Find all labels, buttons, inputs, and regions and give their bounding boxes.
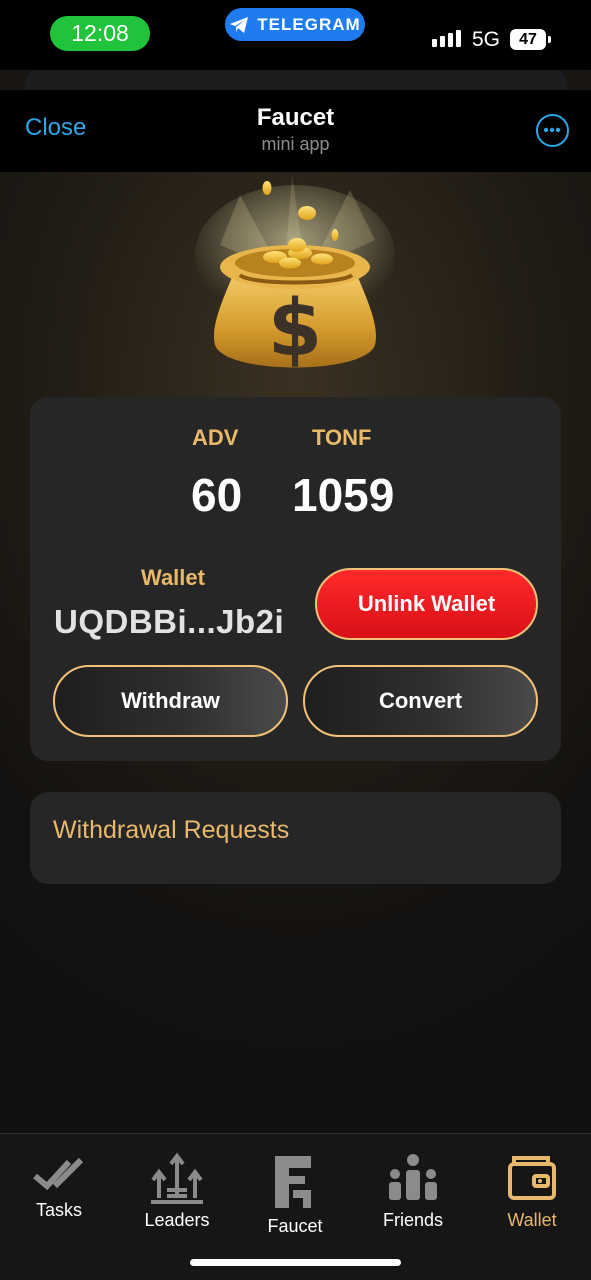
leaderboard-icon — [151, 1152, 203, 1204]
money-bag-icon: $ — [195, 175, 395, 374]
bottom-tab-bar: Tasks Leaders Faucet Friends Wallet — [0, 1133, 591, 1280]
sheet-edge — [25, 70, 567, 92]
tab-wallet-label: Wallet — [507, 1210, 557, 1230]
convert-button[interactable]: Convert — [303, 665, 538, 737]
tab-faucet[interactable]: Faucet — [236, 1154, 354, 1254]
signal-icon — [432, 30, 461, 47]
telegram-label: TELEGRAM — [257, 14, 361, 34]
tab-friends[interactable]: Friends — [354, 1152, 472, 1252]
adv-value: 60 — [191, 469, 243, 521]
screen: 12:08 TELEGRAM 5G 47 Close Faucet mini a… — [0, 0, 591, 1280]
more-options-button[interactable] — [536, 114, 569, 147]
double-check-icon — [33, 1157, 84, 1191]
withdrawal-requests-title: Withdrawal Requests — [53, 816, 290, 844]
balance-card: ADV TONF 60 1059 Wallet UQDBBi...Jb2i Un… — [30, 397, 561, 761]
tonf-label: TONF — [312, 425, 372, 450]
more-dots-icon — [543, 127, 561, 133]
wallet-icon — [508, 1156, 556, 1200]
friends-icon — [389, 1154, 437, 1200]
status-time: 12:08 — [50, 16, 150, 51]
adv-label: ADV — [192, 425, 239, 450]
home-indicator[interactable] — [190, 1259, 401, 1266]
tonf-value: 1059 — [292, 469, 395, 521]
tab-friends-label: Friends — [382, 1210, 444, 1230]
svg-text:$: $ — [268, 284, 322, 374]
telegram-pill[interactable]: TELEGRAM — [225, 8, 365, 41]
app-title: Faucet — [256, 104, 335, 131]
tab-tasks[interactable]: Tasks — [0, 1152, 118, 1252]
app-subtitle: mini app — [261, 134, 330, 154]
tab-tasks-label: Tasks — [35, 1200, 82, 1220]
withdraw-button[interactable]: Withdraw — [53, 665, 288, 737]
faucet-logo-icon — [275, 1156, 311, 1208]
status-bar: 12:08 TELEGRAM 5G 47 — [0, 0, 591, 70]
tab-leaders[interactable]: Leaders — [118, 1152, 236, 1252]
telegram-icon — [230, 16, 249, 33]
wallet-label: Wallet — [141, 565, 205, 590]
unlink-wallet-button[interactable]: Unlink Wallet — [315, 568, 538, 640]
battery-icon: 47 — [510, 29, 551, 50]
battery-level: 47 — [519, 30, 537, 48]
wallet-address: UQDBBi...Jb2i — [54, 603, 285, 640]
tab-leaders-label: Leaders — [144, 1210, 210, 1230]
tab-faucet-label: Faucet — [267, 1216, 323, 1236]
withdrawal-requests-card[interactable]: Withdrawal Requests — [30, 792, 561, 884]
mini-app-header: Close Faucet mini app — [0, 90, 591, 172]
network-type: 5G — [472, 28, 501, 51]
tab-wallet[interactable]: Wallet — [473, 1152, 591, 1252]
